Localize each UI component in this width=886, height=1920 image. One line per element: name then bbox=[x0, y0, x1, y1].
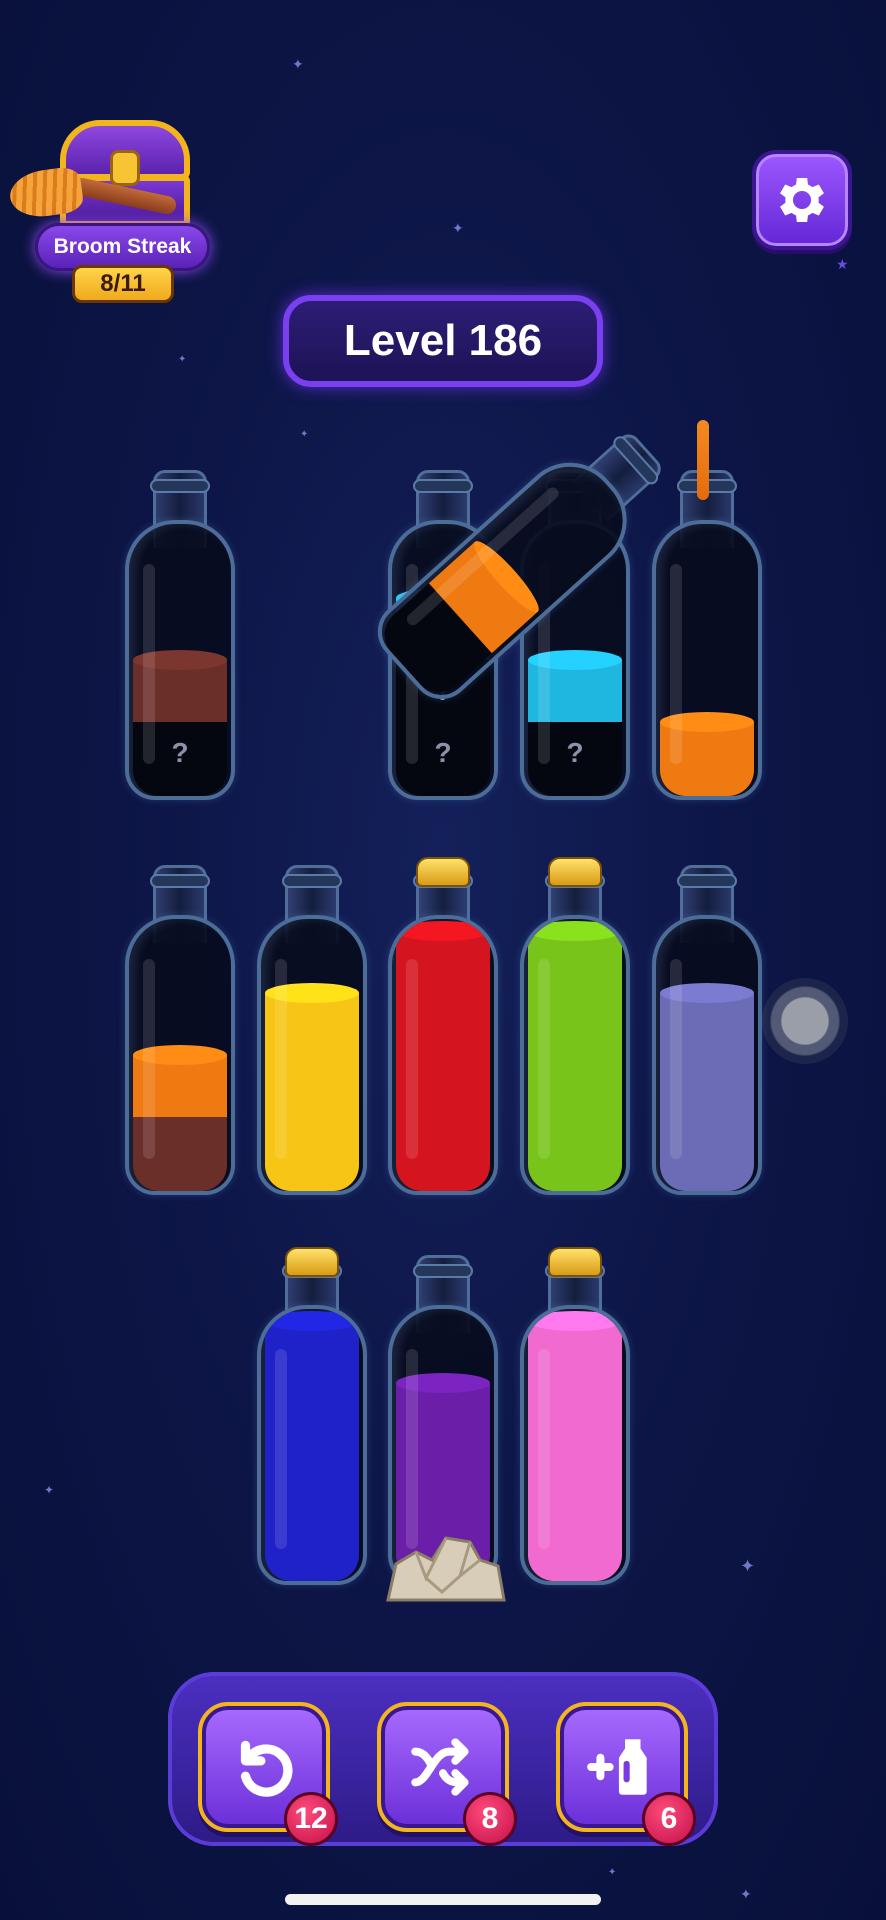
bottle-r2c5[interactable] bbox=[652, 865, 762, 1195]
rock-obstacle-icon bbox=[386, 1536, 506, 1602]
bottle-body bbox=[257, 1305, 367, 1585]
cork-icon bbox=[548, 1247, 602, 1277]
streak-title: Broom Streak bbox=[35, 223, 210, 271]
bottle-r2c4[interactable] bbox=[520, 857, 630, 1195]
star-decoration: ✦ bbox=[740, 1887, 752, 1903]
broom-streak-reward[interactable]: Broom Streak 8/11 bbox=[7, 115, 210, 305]
add-bottle-count-badge: 6 bbox=[642, 1792, 696, 1846]
bottle-r2c2[interactable] bbox=[257, 865, 367, 1195]
cork-icon bbox=[416, 857, 470, 887]
undo-count-badge: 12 bbox=[284, 1792, 338, 1846]
star-decoration: ✦ bbox=[178, 354, 187, 365]
bottle-body bbox=[257, 915, 367, 1195]
star-decoration: ✦ bbox=[44, 1483, 55, 1497]
glass-shine bbox=[275, 959, 287, 1159]
glass-shine bbox=[275, 1349, 287, 1549]
bottle-r3c2[interactable] bbox=[257, 1247, 367, 1585]
shuffle-button[interactable]: 8 bbox=[377, 1702, 517, 1846]
bottle-r3c4[interactable] bbox=[520, 1247, 630, 1585]
home-indicator bbox=[285, 1894, 601, 1905]
star-decoration: ★ bbox=[836, 257, 849, 273]
bottle-body bbox=[388, 915, 498, 1195]
undo-button[interactable]: 12 bbox=[198, 1702, 338, 1846]
chest-lock-icon bbox=[110, 150, 140, 186]
cork-icon bbox=[285, 1247, 339, 1277]
bottle-body bbox=[652, 915, 762, 1195]
bottle-r2c1[interactable] bbox=[125, 865, 235, 1195]
star-decoration: ✦ bbox=[740, 1556, 756, 1577]
bottle-body: ? bbox=[125, 520, 235, 800]
glass-shine bbox=[670, 564, 682, 764]
star-decoration: ✦ bbox=[608, 1867, 617, 1878]
shuffle-count-badge: 8 bbox=[463, 1792, 517, 1846]
shuffle-icon bbox=[411, 1738, 469, 1796]
level-title: Level 186 bbox=[283, 295, 603, 387]
bottle-body bbox=[520, 915, 630, 1195]
star-decoration: ✦ bbox=[452, 221, 464, 237]
add-bottle-button[interactable]: 6 bbox=[556, 1702, 696, 1846]
bottle-body bbox=[652, 520, 762, 800]
glass-shine bbox=[143, 564, 155, 764]
bottle-r1c1[interactable]: ? bbox=[125, 470, 235, 800]
gear-icon bbox=[780, 178, 824, 222]
star-decoration: ✦ bbox=[300, 429, 309, 440]
add-bottle-icon bbox=[587, 1739, 647, 1795]
pour-stream bbox=[697, 420, 709, 500]
bottle-r2c3[interactable] bbox=[388, 857, 498, 1195]
settings-button[interactable] bbox=[752, 150, 852, 250]
booster-toolbar: 12 8 6 bbox=[168, 1672, 718, 1846]
glass-shine bbox=[670, 959, 682, 1159]
streak-progress: 8/11 bbox=[72, 265, 174, 303]
glass-shine bbox=[406, 1349, 418, 1549]
glass-shine bbox=[538, 959, 550, 1159]
glass-shine bbox=[538, 1349, 550, 1549]
glass-shine bbox=[143, 959, 155, 1159]
bottle-body bbox=[125, 915, 235, 1195]
cork-icon bbox=[548, 857, 602, 887]
bottle-r1c5[interactable] bbox=[652, 470, 762, 800]
touch-cursor bbox=[762, 978, 848, 1064]
undo-icon bbox=[240, 1740, 293, 1797]
star-decoration: ✦ bbox=[292, 57, 304, 73]
glass-shine bbox=[406, 959, 418, 1159]
bottle-body bbox=[520, 1305, 630, 1585]
